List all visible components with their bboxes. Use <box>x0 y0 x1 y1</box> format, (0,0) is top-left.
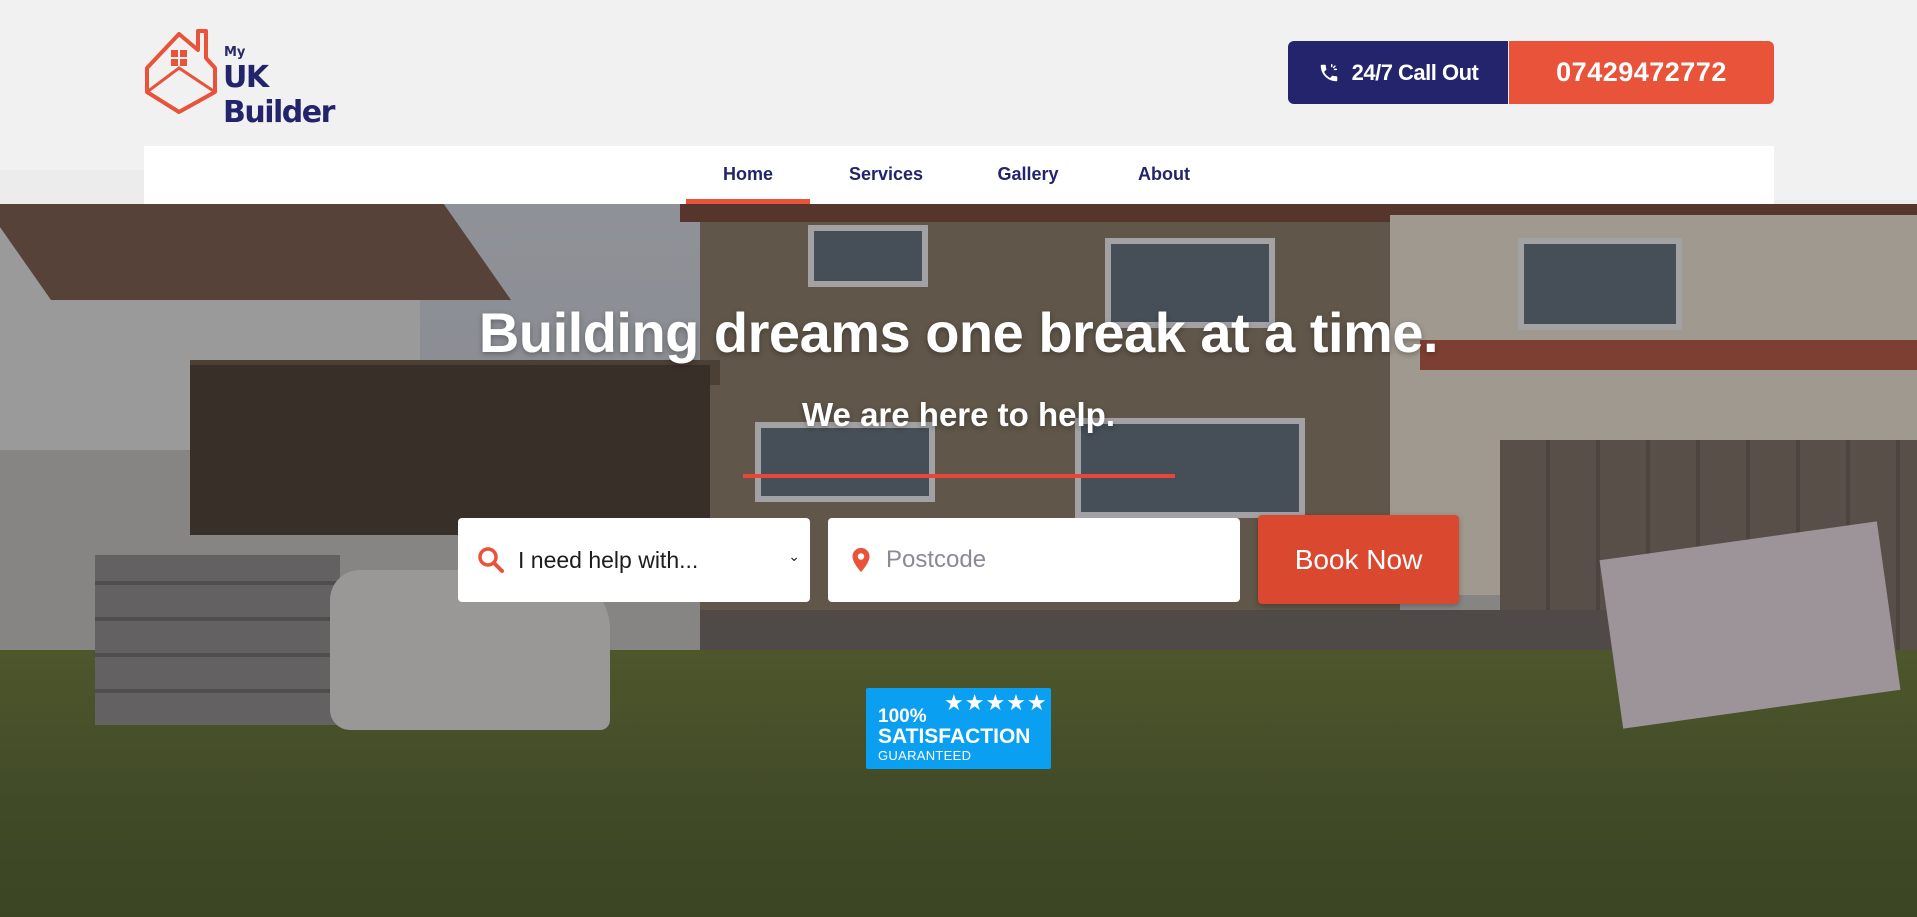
satisfaction-badge: 100% ★★★★★ SATISFACTION GUARANTEED <box>866 688 1051 769</box>
site-logo[interactable]: My UK Builder <box>143 28 383 130</box>
house-logo-icon <box>145 29 217 114</box>
hero-divider <box>743 474 1175 478</box>
main-nav: Home Services Gallery About <box>144 146 1774 204</box>
star-rating-icon: ★★★★★ <box>944 690 1048 715</box>
nav-services[interactable]: Services <box>824 146 948 204</box>
badge-subtitle: GUARANTEED <box>878 748 972 763</box>
phone-icon <box>1320 63 1337 81</box>
service-select[interactable]: I need help with... ⌄ <box>458 518 810 602</box>
hero-subline: We are here to help. <box>802 396 1115 433</box>
nav-home[interactable]: Home <box>686 146 810 204</box>
service-select-value: I need help with... <box>518 546 699 573</box>
phone-number-button[interactable]: 07429472772 <box>1509 41 1774 104</box>
nav-gallery[interactable]: Gallery <box>966 146 1090 204</box>
nav-about[interactable]: About <box>1102 146 1226 204</box>
logo-name: UK Builder <box>223 60 335 130</box>
callout-button[interactable]: 24/7 Call Out <box>1288 41 1508 104</box>
phone-number: 07429472772 <box>1556 57 1727 87</box>
chevron-down-icon: ⌄ <box>788 548 800 564</box>
search-icon <box>476 545 506 575</box>
postcode-input[interactable] <box>886 546 1226 574</box>
badge-title: SATISFACTION <box>878 725 1031 748</box>
hero-headline: Building dreams one break at a time. <box>478 301 1439 364</box>
book-now-button[interactable]: Book Now <box>1258 515 1459 604</box>
callout-label: 24/7 Call Out <box>1351 59 1479 85</box>
logo-prefix: My <box>224 45 246 60</box>
postcode-field[interactable] <box>828 518 1240 602</box>
location-pin-icon <box>846 545 876 575</box>
